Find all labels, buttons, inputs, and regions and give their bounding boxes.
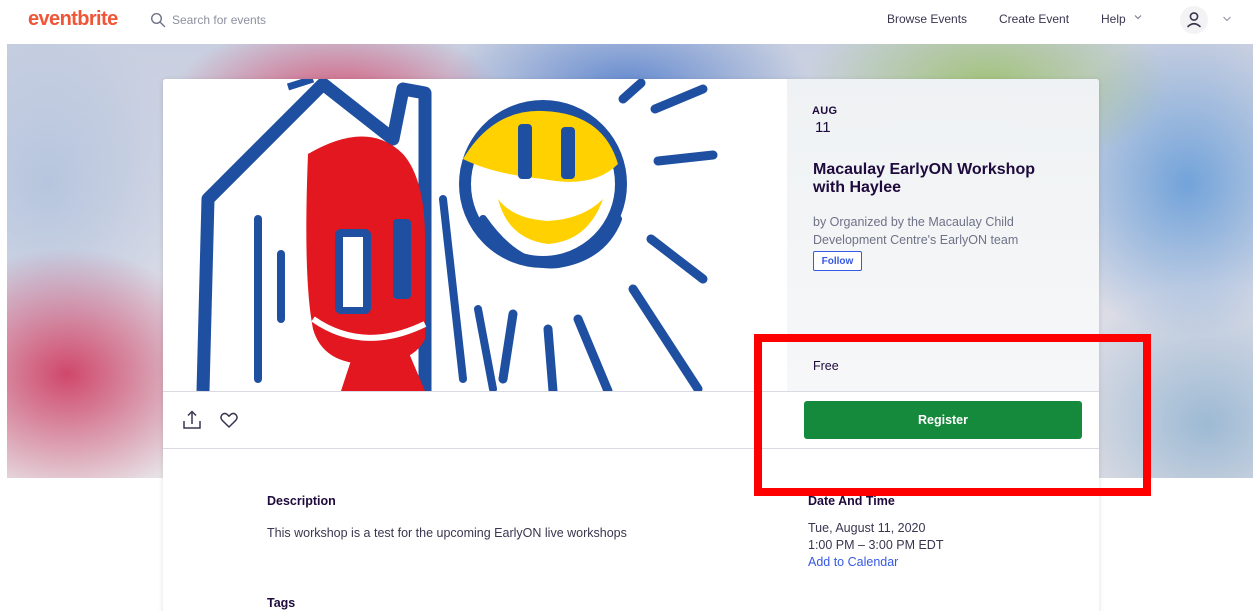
- heart-icon[interactable]: [219, 410, 239, 430]
- top-navigation: eventbrite Browse Events Create Event He…: [0, 0, 1253, 40]
- share-icon[interactable]: [181, 409, 203, 431]
- search-icon: [150, 12, 166, 28]
- chevron-down-icon: [1134, 15, 1142, 20]
- follow-button[interactable]: Follow: [813, 251, 862, 271]
- event-image: [163, 79, 787, 391]
- event-month: AUG: [812, 105, 838, 117]
- event-title: Macaulay EarlyON Workshop with Haylee: [813, 161, 1035, 196]
- date-time-heading: Date And Time: [808, 494, 895, 508]
- search-input[interactable]: [172, 10, 432, 30]
- event-day: 11: [815, 119, 831, 136]
- event-date: Tue, August 11, 2020: [808, 521, 926, 535]
- event-price: Free: [813, 359, 839, 373]
- description-heading: Description: [267, 494, 336, 508]
- chevron-down-icon[interactable]: [1222, 14, 1232, 24]
- browse-events-link[interactable]: Browse Events: [887, 12, 967, 26]
- add-to-calendar-link[interactable]: Add to Calendar: [808, 555, 898, 569]
- register-button[interactable]: Register: [804, 401, 1082, 439]
- help-label: Help: [1101, 12, 1126, 26]
- user-avatar-icon[interactable]: [1180, 6, 1208, 34]
- divider: [163, 448, 1099, 449]
- description-text: This workshop is a test for the upcoming…: [267, 526, 627, 540]
- eventbrite-logo[interactable]: eventbrite: [28, 8, 118, 31]
- event-card: AUG 11 Macaulay EarlyON Workshop with Ha…: [163, 79, 1099, 611]
- event-illustration: [196, 79, 718, 391]
- tags-heading: Tags: [267, 596, 296, 610]
- help-menu[interactable]: Help: [1101, 12, 1142, 26]
- create-event-link[interactable]: Create Event: [999, 12, 1069, 26]
- event-organizer: by Organized by the Macaulay Child Devel…: [813, 215, 1019, 247]
- event-time: 1:00 PM – 3:00 PM EDT: [808, 538, 944, 552]
- divider: [163, 391, 1099, 392]
